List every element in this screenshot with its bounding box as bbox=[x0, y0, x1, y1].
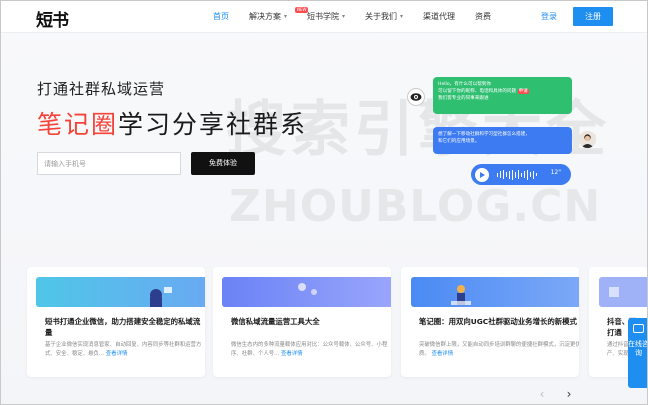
hero-subtitle: 打通社群私域运营 bbox=[37, 80, 166, 98]
nav-agency-label: 渠道代理 bbox=[423, 12, 456, 21]
voice-message[interactable]: 12" bbox=[471, 164, 571, 185]
top-header: 短书 首页 解决方案 NEW ▾ 短书学院 ▾ 关于我们 ▾ 渠道代理 资费 登… bbox=[1, 1, 647, 33]
article-cards: 短书打通企业微信，助力搭建安全稳定的私域流量 基于企业微信实现消息管家、自动回复… bbox=[27, 267, 647, 387]
hero-title: 笔记圈学习分享社群系 bbox=[37, 105, 307, 141]
bot-message-bubble: Hello，有什么可以帮到你 可以留下你的昵称、电话和具体的问题 申请 我们客专… bbox=[433, 77, 572, 114]
voice-waveform bbox=[497, 169, 539, 180]
play-icon[interactable] bbox=[475, 167, 489, 182]
chevron-down-icon: ▾ bbox=[284, 13, 288, 20]
article-card[interactable]: 笔记圈：用双向UGC社群驱动业务增长的新模式 突破微信群上限，又能自动同步培训群… bbox=[401, 267, 579, 377]
bot-message-line-3: 我们客专业的同事来跟进 bbox=[438, 96, 489, 101]
card-banner bbox=[222, 277, 391, 307]
online-consult-button[interactable]: 在线咨询 bbox=[628, 318, 648, 388]
nav-about-label: 关于我们 bbox=[365, 12, 398, 21]
read-more-link[interactable]: 查看详情 bbox=[432, 351, 454, 357]
article-card[interactable]: 短书打通企业微信，助力搭建安全稳定的私域流量 基于企业微信实现消息管家、自动回复… bbox=[27, 267, 205, 377]
read-more-link[interactable]: 查看详情 bbox=[281, 351, 303, 357]
card-desc: 突破微信群上限，又能自动同步培训群聊的便捷社群模式，沉淀更优质。 查看详情 bbox=[419, 341, 579, 359]
logo[interactable]: 短书 bbox=[36, 6, 69, 31]
card-banner bbox=[411, 277, 579, 307]
card-illustration bbox=[599, 277, 647, 307]
card-illustration bbox=[222, 277, 391, 307]
bot-avatar bbox=[407, 88, 425, 106]
nav-home[interactable]: 首页 bbox=[213, 11, 229, 22]
user-avatar bbox=[579, 131, 596, 148]
voice-duration: 12" bbox=[550, 169, 561, 176]
watermark-en: ZHOUBLOG.CN bbox=[229, 181, 602, 232]
nav-agency[interactable]: 渠道代理 bbox=[423, 11, 455, 22]
bot-message-line-2: 可以留下你的昵称、电话和具体的问题 申请 bbox=[438, 88, 567, 95]
article-card[interactable]: 微信私域流量运营工具大全 微信生态内的多种流量载体应用对比：公众号载体、公众号、… bbox=[213, 267, 391, 377]
user-message-line-1: 想了解一下移动社群和学习型社群怎么搭建， bbox=[438, 132, 530, 137]
card-title[interactable]: 微信私域流量运营工具大全 bbox=[231, 316, 391, 327]
next-arrow-icon[interactable]: › bbox=[559, 385, 579, 404]
nav-academy[interactable]: 短书学院 ▾ bbox=[307, 11, 345, 22]
card-illustration bbox=[36, 277, 205, 307]
prev-arrow-icon[interactable]: ‹ bbox=[532, 385, 552, 404]
chat-icon bbox=[633, 324, 644, 333]
nav-pricing-label: 资费 bbox=[475, 12, 492, 21]
nav-academy-label: 短书学院 bbox=[307, 12, 340, 21]
nav-pricing[interactable]: 资费 bbox=[475, 11, 491, 22]
chevron-down-icon: ▾ bbox=[400, 13, 404, 20]
page-frame: 短书 首页 解决方案 NEW ▾ 短书学院 ▾ 关于我们 ▾ 渠道代理 资费 登… bbox=[0, 0, 648, 405]
login-link[interactable]: 登录 bbox=[541, 11, 557, 22]
card-illustration bbox=[411, 277, 579, 307]
card-title[interactable]: 笔记圈：用双向UGC社群驱动业务增长的新模式 bbox=[419, 316, 579, 327]
register-button[interactable]: 注册 bbox=[573, 7, 613, 26]
free-trial-button[interactable]: 免费体验 bbox=[191, 152, 255, 175]
nav-solutions[interactable]: 解决方案 NEW ▾ bbox=[249, 7, 309, 22]
bot-message-tag: 申请 bbox=[517, 89, 529, 94]
bot-message-line-1: Hello，有什么可以帮到你 bbox=[438, 82, 491, 87]
card-banner bbox=[36, 277, 205, 307]
nav-about[interactable]: 关于我们 ▾ bbox=[365, 11, 403, 22]
eye-icon bbox=[410, 93, 422, 101]
read-more-link[interactable]: 查看详情 bbox=[106, 351, 128, 357]
person-icon bbox=[579, 131, 596, 148]
nav-solutions-label: 解决方案 bbox=[249, 12, 281, 21]
bot-message-text: 可以留下你的昵称、电话和具体的问题 bbox=[438, 89, 517, 94]
user-message-line-2: 和它们的应用场景。 bbox=[438, 139, 480, 144]
card-desc: 基于企业微信实现消息管家、自动回复、内容同步等社群和运营方式、安全、稳定、悬负.… bbox=[45, 341, 205, 359]
chevron-down-icon: ▾ bbox=[342, 13, 346, 20]
main-nav: 首页 解决方案 NEW ▾ 短书学院 ▾ 关于我们 ▾ 渠道代理 资费 bbox=[213, 7, 511, 22]
user-message-bubble: 想了解一下移动社群和学习型社群怎么搭建， 和它们的应用场景。 bbox=[433, 127, 572, 154]
hero-title-rest: 学习分享社群系 bbox=[118, 110, 308, 139]
card-title[interactable]: 短书打通企业微信，助力搭建安全稳定的私域流量 bbox=[45, 316, 205, 338]
nav-home-label: 首页 bbox=[213, 12, 229, 21]
card-banner bbox=[599, 277, 647, 307]
hero-title-accent: 笔记圈 bbox=[37, 110, 119, 139]
online-consult-label: 在线咨询 bbox=[628, 340, 648, 357]
card-desc-text: 微信生态内的多种流量载体应用对比：公众号载体、公众号、小程序、社群、个人号... bbox=[231, 342, 388, 357]
card-desc: 微信生态内的多种流量载体应用对比：公众号载体、公众号、小程序、社群、个人号...… bbox=[231, 341, 391, 359]
phone-input[interactable] bbox=[37, 152, 181, 175]
